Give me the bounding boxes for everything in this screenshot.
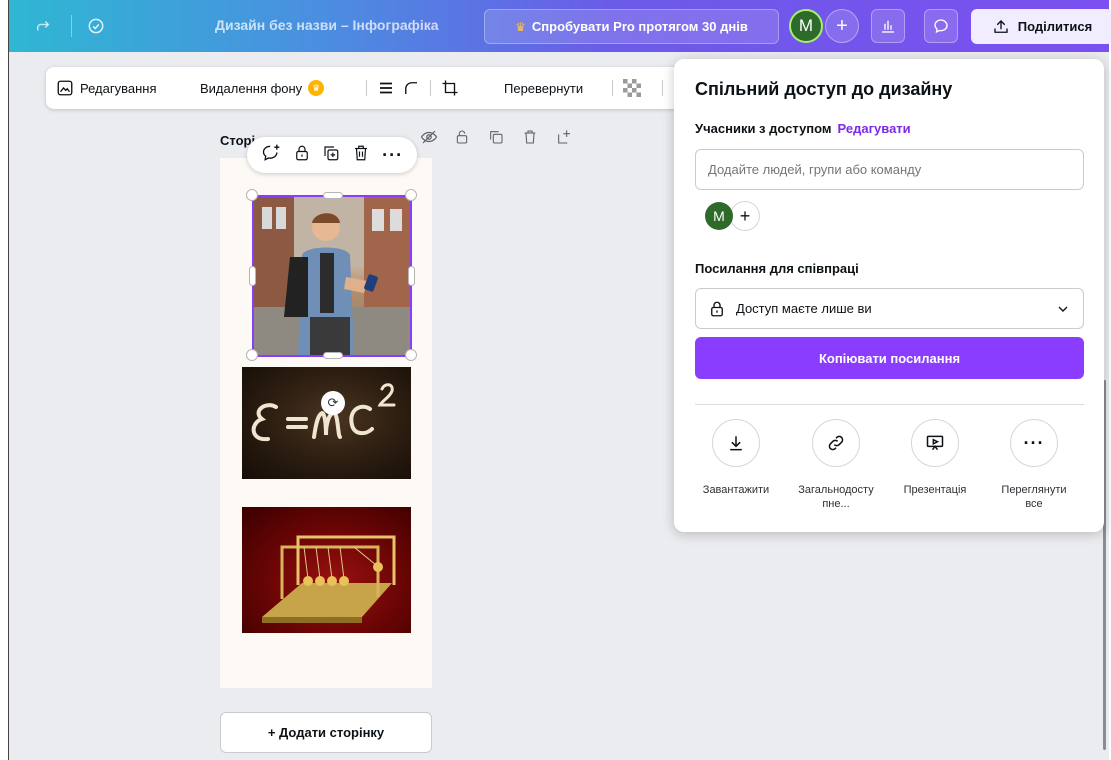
crown-icon: ♛ <box>515 19 526 34</box>
member-avatar[interactable]: M <box>705 202 733 230</box>
add-member-button[interactable]: + <box>730 201 760 231</box>
resize-handle[interactable] <box>246 349 258 361</box>
try-pro-label: Спробувати Pro протягом 30 днів <box>531 19 748 34</box>
element-floating-toolbar: ··· <box>247 137 417 173</box>
user-avatar[interactable]: M <box>789 9 823 43</box>
public-link-action[interactable]: Загальнодосту пне... <box>796 419 876 511</box>
edit-image-button[interactable]: Редагування <box>56 67 157 109</box>
present-icon[interactable] <box>911 419 959 467</box>
crown-badge-icon: ♛ <box>308 80 325 96</box>
invite-plus-button[interactable]: + <box>825 9 859 43</box>
access-level-value: Доступ маєте лише ви <box>736 301 872 316</box>
flip-label: Перевернути <box>504 80 584 96</box>
separator <box>662 80 663 96</box>
comment-icon <box>934 19 948 34</box>
resize-handle[interactable] <box>405 189 417 201</box>
add-comment-icon[interactable] <box>261 143 281 168</box>
bar-chart-icon <box>882 20 894 33</box>
share-button[interactable]: Поділитися <box>971 9 1111 44</box>
trash-icon[interactable] <box>352 144 370 167</box>
corner-rounding-button[interactable] <box>402 67 420 109</box>
resize-handle[interactable] <box>249 266 256 286</box>
redo-icon[interactable] <box>31 14 55 38</box>
more-icon[interactable]: ··· <box>1010 419 1058 467</box>
edit-members-link[interactable]: Редагувати <box>838 121 911 136</box>
present-label: Презентація <box>903 484 967 496</box>
transparency-button[interactable] <box>623 67 641 109</box>
document-title[interactable]: Дизайн без назви – Інфографіка <box>215 17 439 33</box>
resize-handle[interactable] <box>246 189 258 201</box>
edit-image-label: Редагування <box>80 80 157 96</box>
hide-page-icon[interactable] <box>420 128 438 151</box>
download-label: Завантажити <box>702 484 770 496</box>
resize-handle[interactable] <box>408 266 415 286</box>
lock-icon <box>711 301 723 316</box>
separator <box>612 80 613 96</box>
resize-handle[interactable] <box>323 352 343 359</box>
separator <box>430 80 431 96</box>
see-all-label: Переглянути все <box>1001 484 1067 510</box>
resize-handle[interactable] <box>323 192 343 199</box>
remove-background-button[interactable]: Видалення фону ♛ <box>200 67 325 109</box>
copy-link-button[interactable]: Копіювати посилання <box>695 337 1084 379</box>
share-panel: Спільний доступ до дизайну Учасники з до… <box>674 59 1104 532</box>
window-border <box>8 0 9 760</box>
resize-handle[interactable] <box>405 349 417 361</box>
members-heading: Учасники з доступом Редагувати <box>695 121 911 136</box>
public-link-label: Загальнодосту пне... <box>798 484 874 510</box>
add-page-icon[interactable] <box>556 129 572 150</box>
divider <box>695 404 1084 405</box>
share-label: Поділитися <box>1017 19 1093 34</box>
remove-background-label: Видалення фону <box>200 80 303 96</box>
more-options-icon[interactable]: ··· <box>382 145 403 166</box>
see-all-action[interactable]: ··· Переглянути все <box>994 419 1074 511</box>
insights-button[interactable] <box>871 9 905 43</box>
comments-button[interactable] <box>924 9 958 43</box>
link-icon[interactable] <box>812 419 860 467</box>
border-style-button[interactable] <box>377 67 395 109</box>
selection-frame <box>252 195 412 357</box>
lines-icon <box>380 82 392 94</box>
page-controls <box>420 127 572 151</box>
delete-page-icon[interactable] <box>522 129 538 150</box>
share-panel-title: Спільний доступ до дизайну <box>695 79 953 99</box>
download-action[interactable]: Завантажити <box>696 419 776 497</box>
image-edit-icon <box>57 80 73 96</box>
flip-button[interactable]: Перевернути <box>504 67 583 109</box>
corner-icon <box>405 82 417 94</box>
add-people-input[interactable] <box>695 149 1084 190</box>
try-pro-button[interactable]: ♛ Спробувати Pro протягом 30 днів <box>484 9 779 44</box>
members-label: Учасники з доступом <box>695 121 832 136</box>
lock-icon[interactable] <box>293 143 311 168</box>
transparency-icon <box>623 79 641 97</box>
upload-icon <box>994 19 1008 33</box>
replace-image-icon[interactable]: ⟳ <box>321 391 345 415</box>
separator <box>366 80 367 96</box>
chevron-down-icon <box>1058 306 1068 312</box>
newtons-cradle-image[interactable] <box>242 507 411 633</box>
lock-page-icon[interactable] <box>454 128 470 151</box>
add-page-button[interactable]: + Додати сторінку <box>220 712 432 753</box>
duplicate-icon[interactable] <box>322 144 340 167</box>
access-level-select[interactable]: Доступ маєте лише ви <box>695 288 1084 329</box>
top-bar: Дизайн без назви – Інфографіка ♛ Спробув… <box>9 0 1111 52</box>
crop-button[interactable] <box>441 67 459 109</box>
crop-icon <box>442 80 458 96</box>
emc2-image[interactable]: ⟳ <box>242 367 411 479</box>
separator <box>71 15 72 37</box>
context-toolbar: Редагування Видалення фону ♛ Перевернути <box>46 67 686 109</box>
present-action[interactable]: Презентація <box>895 419 975 497</box>
download-icon[interactable] <box>712 419 760 467</box>
duplicate-page-icon[interactable] <box>488 129 504 150</box>
cloud-saved-icon[interactable] <box>84 14 108 38</box>
collab-link-heading: Посилання для співпраці <box>695 261 859 276</box>
